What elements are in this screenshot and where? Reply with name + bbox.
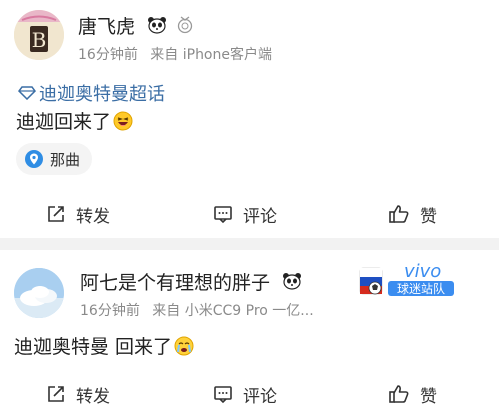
repost-icon	[48, 206, 64, 222]
comment-button[interactable]: 评论	[213, 199, 277, 229]
username[interactable]: 阿七是个有理想的胖子	[80, 268, 302, 295]
topic-link[interactable]: 迪迦奥特曼超话	[18, 80, 165, 106]
russia-flag-icon	[359, 267, 383, 295]
thumbs-up-icon	[389, 385, 409, 403]
post-time: 16分钟前	[80, 303, 140, 319]
comment-icon	[214, 386, 232, 404]
like-button[interactable]: 赞	[388, 379, 437, 409]
crying-emoji-icon	[174, 336, 194, 356]
post-text: 迪迦回来了	[16, 111, 112, 133]
medal-icon[interactable]	[177, 16, 193, 39]
repost-icon	[48, 386, 64, 402]
repost-button[interactable]: 转发	[46, 379, 110, 409]
post-source: 来自 iPhone客户端	[150, 47, 272, 63]
comment-label[interactable]: 评论	[243, 202, 277, 227]
topic-text[interactable]: 迪迦奥特曼超话	[39, 80, 165, 106]
post-text: 迪迦奥特曼 回来了	[14, 336, 173, 358]
comment-label[interactable]: 评论	[243, 382, 277, 407]
vivo-fan-badge[interactable]: vivo 球迷站队	[358, 258, 462, 298]
repost-label[interactable]: 转发	[76, 382, 110, 407]
vivo-brand: vivo	[404, 261, 441, 282]
username-text[interactable]: 唐飞虎	[78, 16, 135, 38]
panda-icon	[282, 272, 302, 295]
location-tag[interactable]: 那曲	[16, 143, 93, 175]
post-meta: 16分钟前 来自 iPhone客户端	[78, 44, 272, 64]
avatar[interactable]	[14, 268, 64, 318]
action-bar: 转发 评论 赞	[0, 379, 499, 409]
post-meta: 16分钟前 来自 小米CC9 Pro 一亿...	[80, 300, 314, 320]
like-label[interactable]: 赞	[420, 202, 437, 227]
like-button[interactable]: 赞	[388, 199, 437, 229]
post-card[interactable]: B 唐飞虎 16分钟前 来自 iPhone客户端 迪迦奥特曼超话 迪迦回来了 那…	[0, 0, 499, 238]
repost-button[interactable]: 转发	[46, 199, 110, 229]
comment-icon	[214, 206, 232, 224]
panda-icon	[147, 16, 167, 39]
repost-label[interactable]: 转发	[76, 202, 110, 227]
post-content: 迪迦奥特曼 回来了	[14, 332, 194, 359]
username-text[interactable]: 阿七是个有理想的胖子	[80, 272, 270, 294]
post-content: 迪迦回来了	[16, 107, 133, 134]
thumbs-up-icon	[389, 205, 409, 223]
location-pin-icon	[25, 150, 43, 168]
post-divider	[0, 238, 499, 250]
post-source: 来自 小米CC9 Pro 一亿...	[152, 303, 314, 319]
comment-button[interactable]: 评论	[213, 379, 277, 409]
avatar[interactable]: B	[14, 10, 64, 60]
action-bar: 转发 评论 赞	[0, 199, 499, 229]
vivo-subtitle: 球迷站队	[397, 281, 445, 296]
diamond-icon	[18, 86, 36, 100]
like-label[interactable]: 赞	[420, 382, 437, 407]
post-time: 16分钟前	[78, 47, 138, 63]
avatar-letter: B	[32, 28, 47, 52]
post-card[interactable]: 阿七是个有理想的胖子 16分钟前 来自 小米CC9 Pro 一亿... vivo…	[0, 250, 499, 418]
location-text[interactable]: 那曲	[50, 149, 80, 170]
username[interactable]: 唐飞虎	[78, 12, 193, 39]
laughing-emoji-icon	[113, 111, 133, 131]
